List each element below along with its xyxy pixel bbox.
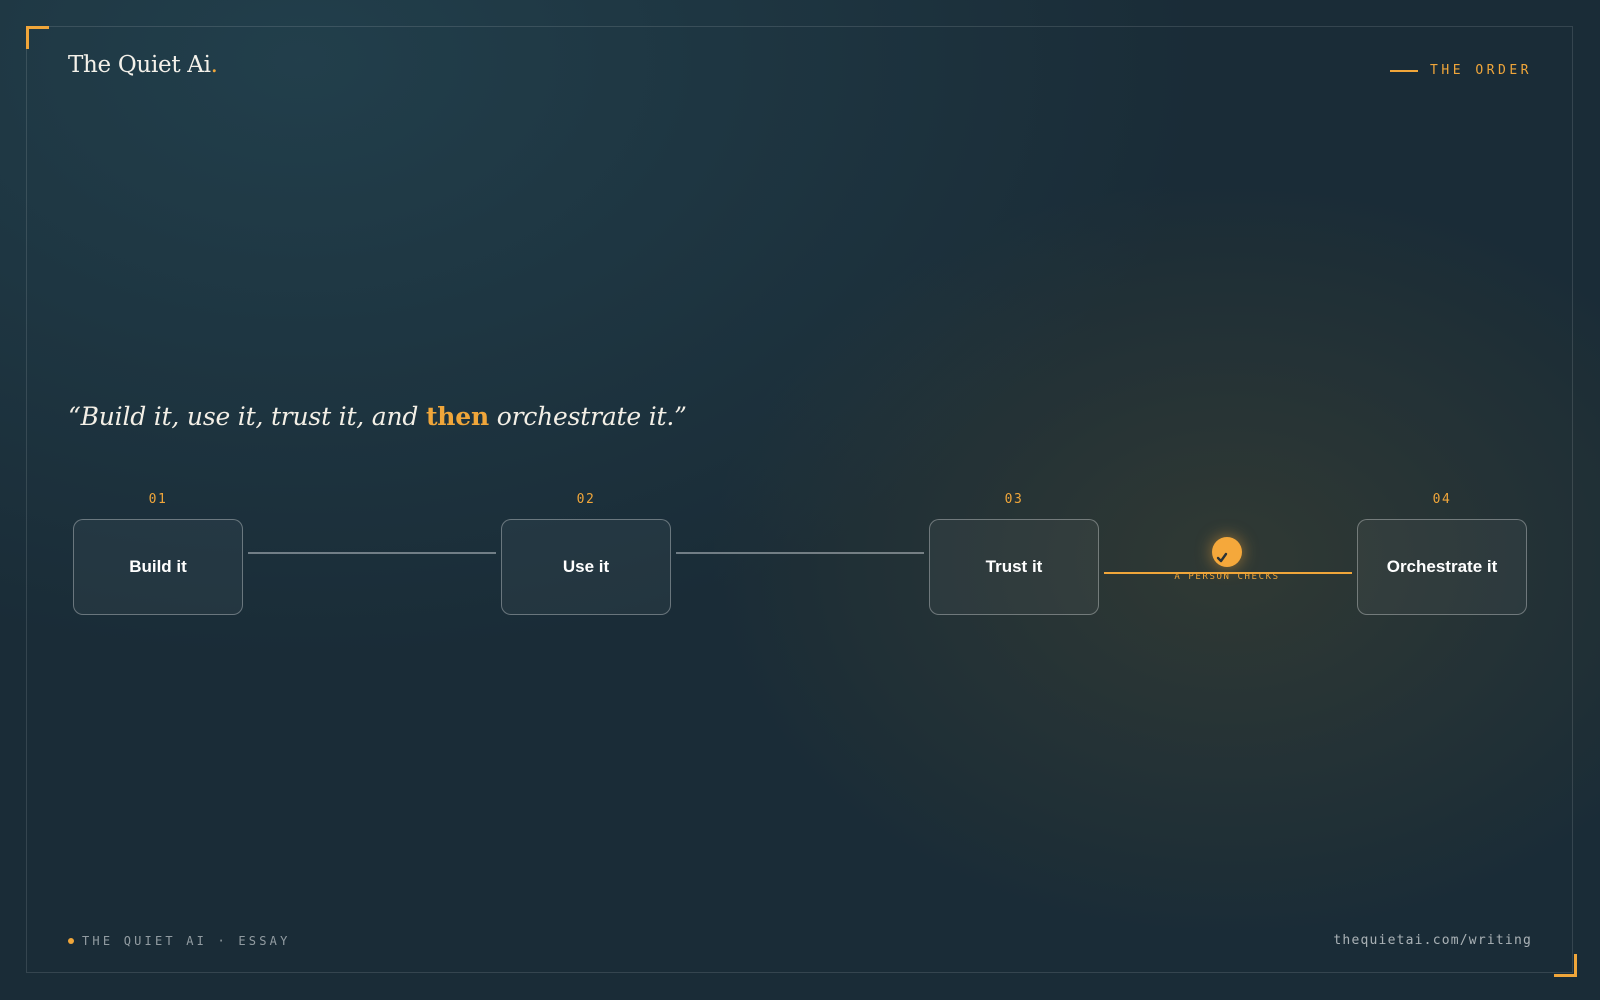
step-label-use: Use it — [562, 557, 610, 576]
quote-open: “Build it, use it, trust it, and — [68, 402, 426, 431]
footer-credit: THE QUIET AI · ESSAY — [68, 934, 291, 948]
section-tag-label: THE ORDER — [1430, 63, 1532, 78]
step-box-trust: Trust it — [929, 519, 1099, 615]
corner-mark-bottom-right — [1554, 954, 1577, 977]
connector-2-3 — [676, 552, 924, 554]
step-label-build: Build it — [129, 557, 187, 576]
step-number-1: 01 — [148, 492, 168, 507]
quote-close: orchestrate it.” — [488, 402, 687, 431]
slide-frame — [26, 26, 1573, 973]
quote-accent: then — [425, 402, 489, 431]
step-number-3: 03 — [1004, 492, 1024, 507]
step-number-2: 02 — [576, 492, 596, 507]
brand-logo: The Quiet Ai. — [68, 52, 218, 78]
connector-1-2 — [248, 552, 496, 554]
step-box-build: Build it — [73, 519, 243, 615]
checkpoint-marker — [1212, 537, 1242, 567]
section-tag: THE ORDER — [1390, 63, 1532, 78]
checkpoint-label: A PERSON CHECKS — [1174, 572, 1280, 582]
step-label-trust: Trust it — [985, 557, 1043, 576]
brand-dot: . — [210, 52, 218, 78]
step-label-orchestrate: Orchestrate it — [1386, 557, 1498, 576]
brand-name: The Quiet Ai — [68, 52, 211, 78]
footer-credit-text: THE QUIET AI · ESSAY — [82, 934, 291, 948]
pull-quote: “Build it, use it, trust it, and then or… — [68, 402, 687, 431]
step-box-orchestrate: Orchestrate it — [1357, 519, 1527, 615]
corner-mark-top-left — [26, 26, 49, 49]
footer-bullet-icon — [68, 938, 74, 944]
step-number-4: 04 — [1432, 492, 1452, 507]
section-tag-rule — [1390, 69, 1419, 72]
footer-url: thequietai.com/writing — [1333, 933, 1532, 948]
step-box-use: Use it — [501, 519, 671, 615]
check-icon — [1216, 552, 1228, 563]
